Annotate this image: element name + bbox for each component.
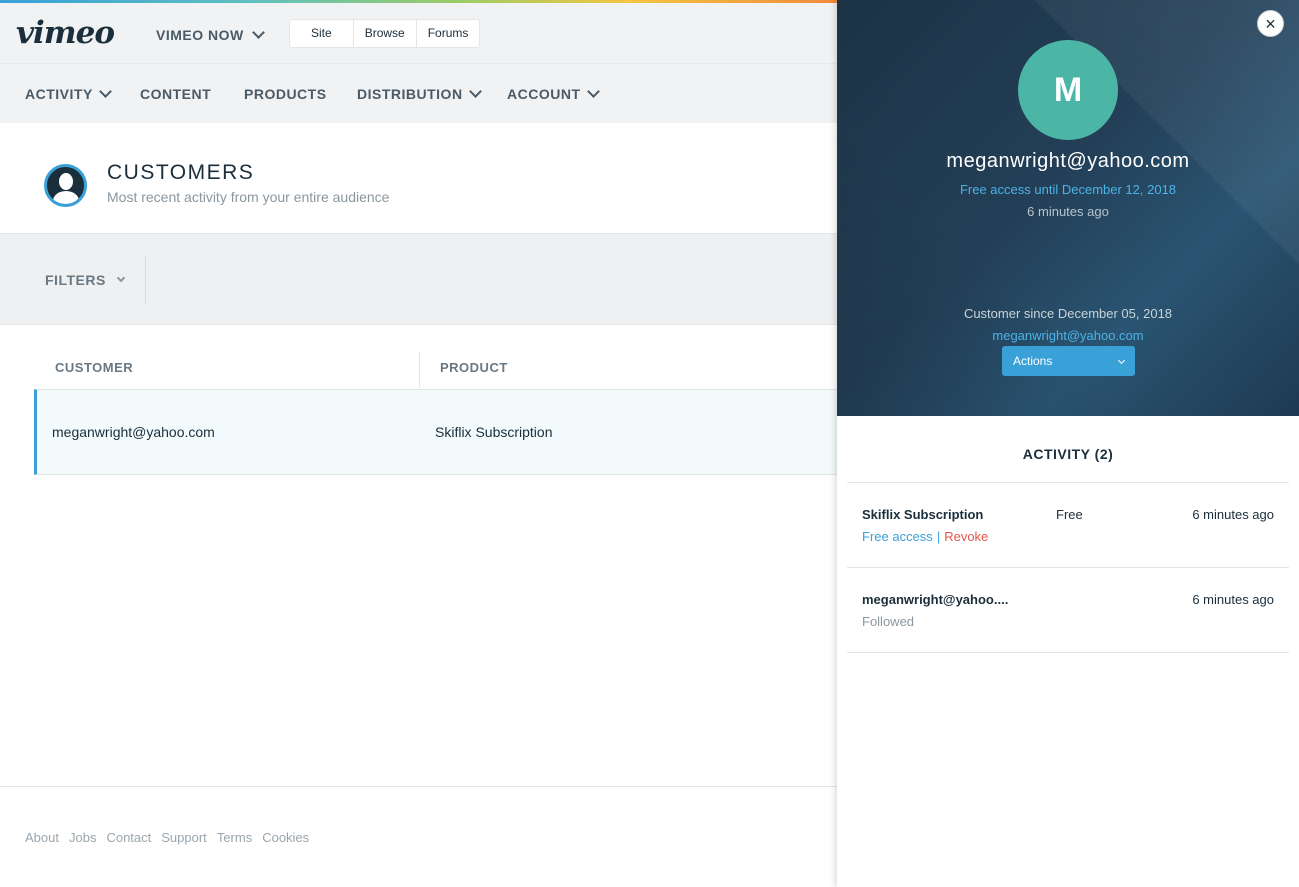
- column-divider: [419, 352, 420, 388]
- footer-link-about[interactable]: About: [25, 830, 59, 845]
- column-header-product[interactable]: PRODUCT: [440, 360, 508, 375]
- nav-content-label: CONTENT: [140, 86, 212, 102]
- avatar: M: [1018, 40, 1118, 140]
- close-icon[interactable]: ×: [1257, 10, 1284, 37]
- cell-product: Skiflix Subscription: [435, 424, 553, 440]
- site-tab[interactable]: Site: [290, 20, 354, 47]
- activity-item: Skiflix Subscription Free 6 minutes ago …: [847, 482, 1289, 568]
- activity-name: Skiflix Subscription: [862, 507, 984, 522]
- browse-tab[interactable]: Browse: [354, 20, 417, 47]
- activity-time: 6 minutes ago: [1192, 507, 1274, 522]
- customer-email: meganwright@yahoo.com: [946, 150, 1190, 172]
- filters-label: FILTERS: [45, 272, 106, 288]
- activity-time: 6 minutes ago: [1192, 592, 1274, 607]
- footer-link-jobs[interactable]: Jobs: [69, 830, 96, 845]
- site-switcher: Site Browse Forums: [289, 19, 481, 48]
- nav-products[interactable]: PRODUCTS: [244, 86, 327, 102]
- link-separator: |: [936, 529, 941, 544]
- nav-activity[interactable]: ACTIVITY: [25, 85, 112, 102]
- chevron-down-icon: [586, 85, 600, 98]
- nav-distribution-label: DISTRIBUTION: [357, 86, 463, 102]
- free-access-link[interactable]: Free access: [862, 529, 933, 544]
- activity-status: Followed: [862, 614, 915, 629]
- page-title: CUSTOMERS: [107, 161, 255, 184]
- vimeo-logo[interactable]: vimeo: [16, 15, 115, 51]
- footer-link-cookies[interactable]: Cookies: [262, 830, 309, 845]
- access-status: Free access until December 12, 2018: [959, 182, 1177, 197]
- nav-account-label: ACCOUNT: [507, 86, 581, 102]
- revoke-link[interactable]: Revoke: [944, 529, 988, 544]
- footer: About Jobs Contact Support Terms Cookies: [0, 786, 837, 887]
- table-row[interactable]: meganwright@yahoo.com Skiflix Subscripti…: [34, 389, 837, 475]
- main-nav: ACTIVITY CONTENT PRODUCTS DISTRIBUTION A…: [0, 63, 837, 123]
- nav-activity-label: ACTIVITY: [25, 86, 93, 102]
- chevron-down-icon: [468, 85, 482, 98]
- nav-content[interactable]: CONTENT: [140, 86, 211, 102]
- customers-header: CUSTOMERS Most recent activity from your…: [0, 123, 837, 234]
- cell-customer: meganwright@yahoo.com: [52, 424, 215, 440]
- nav-account[interactable]: ACCOUNT: [507, 85, 600, 102]
- divider: [145, 256, 146, 304]
- chevron-down-icon: [98, 85, 112, 98]
- filter-bar: FILTERS: [0, 234, 837, 325]
- customer-icon: [44, 164, 87, 207]
- footer-links: About Jobs Contact Support Terms Cookies: [25, 830, 309, 845]
- activity-links: Free access | Revoke: [862, 529, 988, 544]
- actions-label: Actions: [1013, 354, 1053, 368]
- brand-dropdown[interactable]: VIMEO NOW: [156, 26, 265, 43]
- page-subtitle: Most recent activity from your entire au…: [107, 189, 390, 205]
- chevron-down-icon: [251, 26, 265, 39]
- email-link[interactable]: meganwright@yahoo.com: [837, 328, 1299, 343]
- nav-products-label: PRODUCTS: [244, 86, 327, 102]
- activity-name: meganwright@yahoo....: [862, 592, 1009, 607]
- column-header-customer[interactable]: CUSTOMER: [55, 360, 133, 375]
- activity-price: Free: [1056, 507, 1083, 522]
- brand-dropdown-label: VIMEO NOW: [156, 27, 244, 43]
- customer-since: Customer since December 05, 2018: [963, 306, 1173, 321]
- chevron-down-icon: [1117, 356, 1126, 365]
- activity-title: ACTIVITY (2): [1022, 446, 1114, 462]
- panel-hero: × M meganwright@yahoo.com Free access un…: [837, 0, 1299, 416]
- activity-item: meganwright@yahoo.... 6 minutes ago Foll…: [847, 568, 1289, 653]
- nav-distribution[interactable]: DISTRIBUTION: [357, 85, 482, 102]
- footer-link-support[interactable]: Support: [161, 830, 207, 845]
- chevron-down-icon: [116, 273, 126, 282]
- top-header: vimeo VIMEO NOW Site Browse Forums: [0, 3, 837, 63]
- time-ago: 6 minutes ago: [1027, 204, 1109, 219]
- footer-link-terms[interactable]: Terms: [217, 830, 252, 845]
- actions-dropdown[interactable]: Actions: [1002, 346, 1135, 376]
- customer-detail-panel: × M meganwright@yahoo.com Free access un…: [837, 0, 1299, 887]
- forums-tab[interactable]: Forums: [417, 20, 480, 47]
- filters-dropdown[interactable]: FILTERS: [45, 272, 126, 288]
- footer-link-contact[interactable]: Contact: [106, 830, 151, 845]
